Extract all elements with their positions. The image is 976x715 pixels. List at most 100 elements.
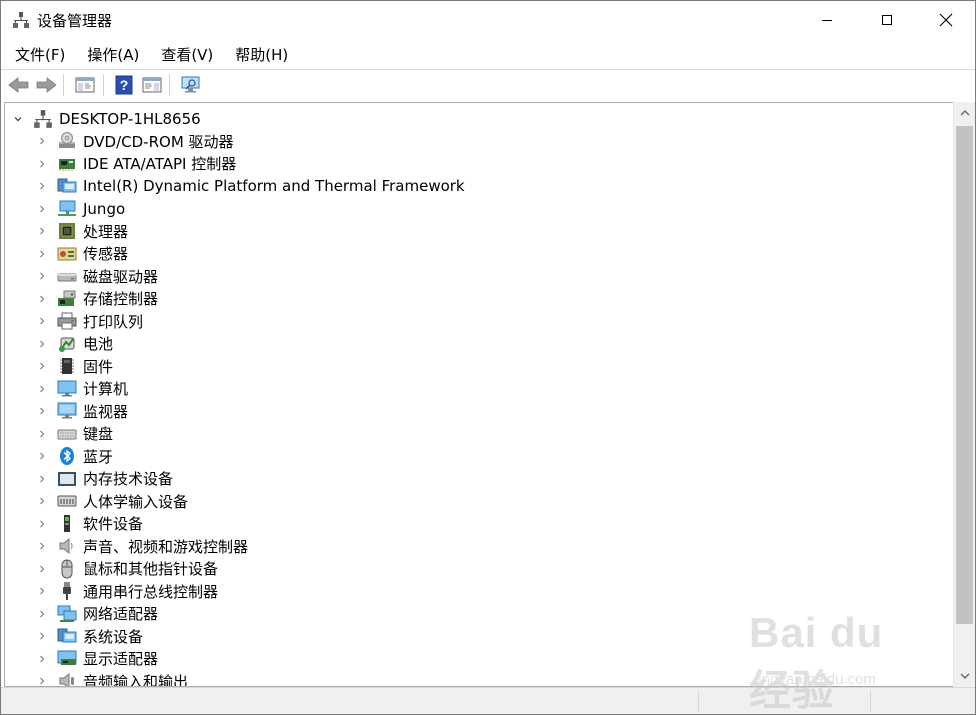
- tree-item[interactable]: 人体学输入设备: [35, 490, 188, 512]
- chevron-right-icon[interactable]: [35, 607, 49, 621]
- chevron-right-icon[interactable]: [35, 269, 49, 283]
- chevron-right-icon[interactable]: [35, 629, 49, 643]
- tree-item[interactable]: 存储控制器: [35, 288, 158, 310]
- tree-item[interactable]: 固件: [35, 355, 113, 377]
- tree-item[interactable]: 通用串行总线控制器: [35, 580, 218, 602]
- tree-item-label: 传感器: [83, 245, 129, 263]
- tree-item[interactable]: 处理器: [35, 220, 128, 242]
- tree-item[interactable]: 系统设备: [35, 625, 143, 647]
- dvd-drive-icon: [57, 131, 77, 151]
- minimize-button[interactable]: [797, 1, 857, 39]
- menu-view[interactable]: 查看(V): [153, 40, 221, 69]
- close-icon: [939, 13, 953, 27]
- tree-item[interactable]: 磁盘驱动器: [35, 265, 158, 287]
- tree-item-label: 打印队列: [83, 312, 144, 331]
- tree-item[interactable]: 鼠标和其他指针设备: [35, 558, 218, 580]
- chevron-right-icon[interactable]: [35, 584, 49, 598]
- menu-help[interactable]: 帮助(H): [227, 40, 296, 69]
- tree-item[interactable]: DVD/CD-ROM 驱动器: [35, 130, 234, 152]
- menu-bar: 文件(F) 操作(A) 查看(V) 帮助(H): [1, 39, 975, 69]
- chevron-right-icon[interactable]: [35, 247, 49, 261]
- toolbar-separator: [63, 74, 64, 96]
- scan-hardware-icon: [181, 76, 200, 93]
- chevron-right-icon[interactable]: [35, 562, 49, 576]
- back-button[interactable]: [7, 73, 31, 97]
- tree-item[interactable]: IDE ATA/ATAPI 控制器: [35, 153, 236, 175]
- scroll-up-button[interactable]: [954, 102, 975, 124]
- tree-item-label: 内存技术设备: [83, 470, 174, 488]
- chevron-right-icon[interactable]: [35, 472, 49, 486]
- tree-root-label: DESKTOP-1HL8656: [59, 110, 201, 128]
- chevron-right-icon[interactable]: [35, 292, 49, 306]
- baidu-watermark-logo: Bai du 经验 jingyan.baidu.com: [749, 609, 929, 714]
- tree-item-label: Intel(R) Dynamic Platform and Thermal Fr…: [83, 177, 465, 195]
- chevron-right-icon[interactable]: [35, 314, 49, 328]
- menu-file[interactable]: 文件(F): [7, 40, 73, 69]
- tree-item-label: 显示适配器: [83, 650, 159, 668]
- tree-item[interactable]: 音频输入和输出: [35, 670, 189, 687]
- chevron-right-icon[interactable]: [35, 157, 49, 171]
- vertical-scrollbar[interactable]: [953, 102, 975, 687]
- chevron-right-icon[interactable]: [35, 382, 49, 396]
- close-button[interactable]: [916, 1, 976, 39]
- device-tree[interactable]: DESKTOP-1HL8656 DVD/CD-ROM 驱动器 IDE ATA/AT…: [4, 102, 954, 687]
- scan-hardware-button[interactable]: [179, 73, 203, 97]
- tree-item-label: Jungo: [83, 199, 126, 218]
- tree-item[interactable]: 软件设备: [35, 513, 143, 535]
- chevron-right-icon[interactable]: [35, 359, 49, 373]
- tree-item[interactable]: Intel(R) Dynamic Platform and Thermal Fr…: [35, 175, 465, 197]
- chevron-right-icon[interactable]: [35, 404, 49, 418]
- toolbar: ?: [1, 69, 975, 99]
- chevron-right-icon[interactable]: [35, 134, 49, 148]
- show-action-pane-button[interactable]: [140, 73, 164, 97]
- tree-item[interactable]: 声音、视频和游戏控制器: [35, 535, 248, 557]
- tree-item-label: IDE ATA/ATAPI 控制器: [83, 155, 237, 173]
- tree-item[interactable]: 内存技术设备: [35, 468, 173, 490]
- tree-item-label: 处理器: [83, 222, 129, 241]
- ide-controller-icon: [57, 154, 77, 174]
- tree-item[interactable]: 显示适配器: [35, 648, 158, 670]
- tree-item-label: 固件: [83, 357, 114, 376]
- speaker-icon: [57, 536, 77, 556]
- chevron-right-icon[interactable]: [35, 652, 49, 666]
- tree-item[interactable]: 电池: [35, 333, 113, 355]
- disk-drive-icon: [57, 266, 77, 286]
- tree-root-node[interactable]: DESKTOP-1HL8656: [11, 108, 201, 130]
- tree-item[interactable]: 蓝牙: [35, 445, 113, 467]
- chevron-right-icon[interactable]: [35, 427, 49, 441]
- printer-icon: [57, 311, 77, 331]
- chevron-right-icon[interactable]: [35, 202, 49, 216]
- chevron-right-icon[interactable]: [35, 179, 49, 193]
- scroll-down-button[interactable]: [954, 665, 975, 687]
- tree-item[interactable]: 键盘: [35, 423, 113, 445]
- chevron-right-icon[interactable]: [35, 337, 49, 351]
- watermark-url: jingyan.baidu.com: [755, 671, 876, 688]
- chevron-right-icon[interactable]: [35, 224, 49, 238]
- tree-item[interactable]: 网络适配器: [35, 603, 158, 625]
- tree-item[interactable]: 监视器: [35, 400, 128, 422]
- help-icon: ?: [115, 75, 133, 95]
- tree-item[interactable]: 计算机: [35, 378, 128, 400]
- tree-item-label: DVD/CD-ROM 驱动器: [83, 132, 234, 151]
- show-hide-console-tree-button[interactable]: [73, 73, 97, 97]
- chevron-right-icon[interactable]: [35, 517, 49, 531]
- tree-item[interactable]: Jungo: [35, 198, 125, 220]
- forward-button[interactable]: [34, 73, 58, 97]
- tree-item-label: 音频输入和输出: [83, 672, 189, 687]
- chevron-right-icon[interactable]: [35, 494, 49, 508]
- chevron-right-icon[interactable]: [35, 674, 49, 686]
- help-button[interactable]: ?: [112, 73, 136, 97]
- tree-item-label: 鼠标和其他指针设备: [83, 560, 219, 578]
- tree-item[interactable]: 传感器: [35, 243, 128, 265]
- menu-action[interactable]: 操作(A): [79, 40, 147, 69]
- chevron-down-icon[interactable]: [11, 112, 25, 126]
- network-computer-icon: [57, 199, 77, 219]
- maximize-button[interactable]: [857, 1, 917, 39]
- tree-item[interactable]: 打印队列: [35, 310, 143, 332]
- chevron-right-icon[interactable]: [35, 539, 49, 553]
- chevron-right-icon[interactable]: [35, 449, 49, 463]
- firmware-icon: [57, 356, 77, 376]
- device-manager-window: 设备管理器 文件(F) 操作(A) 查看(V) 帮助(H) ? DESKTOP-…: [0, 0, 976, 715]
- tree-item-label: 网络适配器: [83, 605, 159, 623]
- scrollbar-thumb[interactable]: [956, 126, 973, 624]
